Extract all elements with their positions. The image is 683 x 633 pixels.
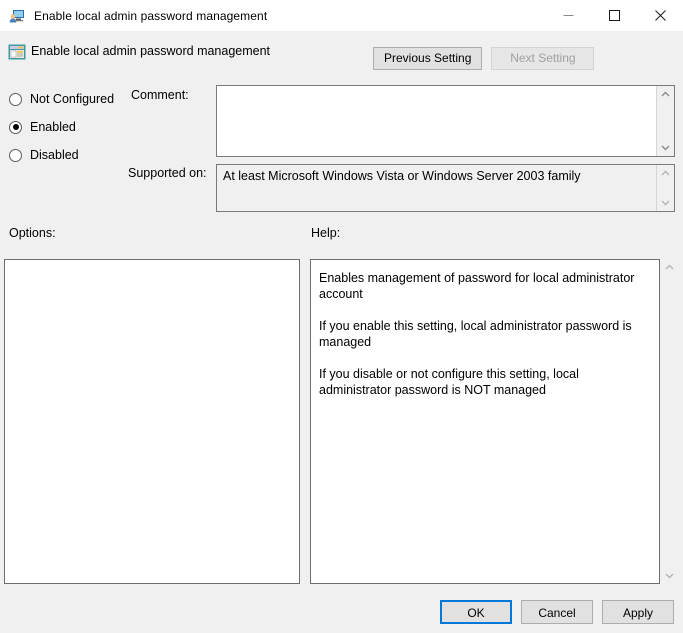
help-paragraph: Enables management of password for local… [319,271,635,301]
help-paragraph: If you disable or not configure this set… [319,367,579,397]
policy-setting-icon [8,43,26,61]
radio-label: Not Configured [30,92,115,106]
window-controls [545,0,683,31]
radio-enabled[interactable]: Enabled [9,113,129,141]
scroll-up-icon[interactable] [661,259,678,276]
scroll-up-icon[interactable] [657,86,674,103]
comment-scrollbar[interactable] [656,86,674,156]
scroll-down-icon[interactable] [661,567,678,584]
ok-button[interactable]: OK [440,600,512,624]
radio-indicator [9,148,22,162]
radio-disabled[interactable]: Disabled [9,141,129,169]
help-paragraph: If you enable this setting, local admini… [319,319,632,349]
scroll-down-icon[interactable] [657,139,674,156]
help-panel: Enables management of password for local… [310,259,660,584]
radio-indicator [9,92,22,106]
previous-setting-button[interactable]: Previous Setting [373,47,483,70]
scroll-down-icon[interactable] [657,194,674,211]
setting-title: Enable local admin password management [31,44,271,58]
radio-not-configured[interactable]: Not Configured [9,85,129,113]
window-title: Enable local admin password management [34,8,268,23]
supported-on-field-wrapper: At least Microsoft Windows Vista or Wind… [216,164,675,212]
help-scrollbar[interactable] [661,259,678,584]
options-label: Options: [9,226,56,240]
help-label: Help: [311,226,341,240]
supported-on-value: At least Microsoft Windows Vista or Wind… [223,169,581,183]
scroll-up-icon[interactable] [657,165,674,182]
comment-input[interactable] [217,86,656,156]
footer-button-group: OK Cancel Apply [440,600,674,624]
setting-state-radio-group: Not Configured Enabled Disabled [9,85,129,169]
close-icon[interactable] [637,0,683,31]
comment-label: Comment: [131,88,189,102]
radio-label: Disabled [30,148,79,162]
options-panel[interactable] [4,259,300,584]
setting-navigation: Previous Setting Next Setting [373,47,595,70]
title-bar: Enable local admin password management [0,0,683,31]
computer-user-icon [9,8,25,24]
minimize-icon[interactable] [545,0,591,31]
comment-field-wrapper [216,85,675,157]
radio-indicator [9,120,22,134]
maximize-icon[interactable] [591,0,637,31]
cancel-button[interactable]: Cancel [521,600,593,624]
next-setting-button: Next Setting [491,47,595,70]
supported-on-label: Supported on: [128,166,207,180]
radio-label: Enabled [30,120,76,134]
supported-on-scrollbar[interactable] [656,165,674,211]
dialog-footer: OK Cancel Apply [0,598,683,633]
apply-button[interactable]: Apply [602,600,674,624]
